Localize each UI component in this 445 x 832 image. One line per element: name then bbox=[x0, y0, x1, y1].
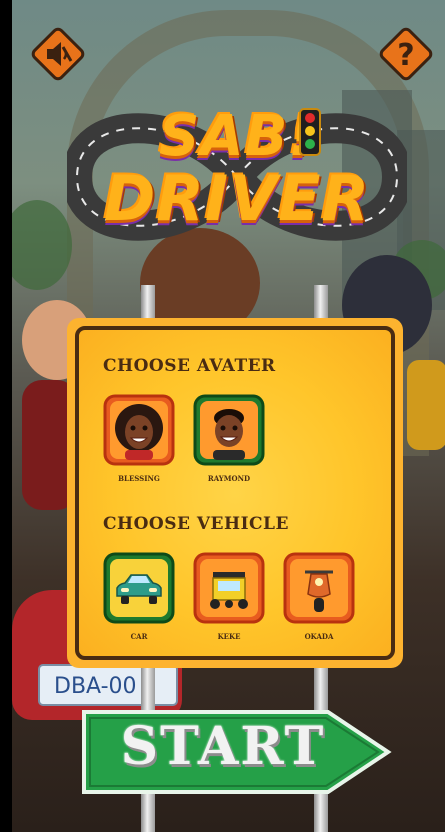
male-avatar-icon bbox=[193, 394, 265, 466]
car-icon bbox=[103, 552, 175, 624]
vehicle-option-okada[interactable] bbox=[283, 552, 355, 624]
logo-title-line2: DRIVER bbox=[103, 162, 371, 235]
start-button-label: START bbox=[120, 716, 326, 777]
question-mark-icon: ? bbox=[379, 27, 433, 81]
vehicle-option-car[interactable] bbox=[103, 552, 175, 624]
help-button[interactable]: ? bbox=[375, 23, 437, 85]
svg-text:?: ? bbox=[397, 38, 414, 73]
logo-title-line1: SAB! bbox=[159, 104, 315, 169]
tricycle-icon bbox=[193, 552, 265, 624]
traffic-light-icon bbox=[299, 108, 321, 156]
background-license-plate: DBA-00 bbox=[38, 664, 178, 706]
avatar-option-blessing[interactable] bbox=[103, 394, 175, 466]
female-avatar-icon bbox=[103, 394, 175, 466]
start-button[interactable]: START bbox=[78, 706, 394, 798]
avatar-section-title: CHOOSE AVATER bbox=[103, 356, 276, 376]
background-tree bbox=[12, 200, 72, 290]
vehicle-label-okada: OKADA bbox=[304, 632, 334, 641]
selection-board: CHOOSE AVATER BLESSING RAYMOND CHOOSE VE… bbox=[67, 318, 403, 668]
vehicle-label-car: CAR bbox=[130, 632, 148, 641]
avatar-label-raymond: RAYMOND bbox=[207, 474, 251, 483]
background-scooter bbox=[407, 360, 445, 450]
avatar-option-raymond[interactable] bbox=[193, 394, 265, 466]
vehicle-label-keke: KEKE bbox=[217, 632, 241, 641]
game-logo: SAB! DRIVER bbox=[67, 92, 407, 262]
motorcycle-icon bbox=[283, 552, 355, 624]
avatar-label-blessing: BLESSING bbox=[118, 474, 160, 483]
speaker-muted-icon bbox=[31, 27, 85, 81]
vehicle-section-title: CHOOSE VEHICLE bbox=[103, 514, 289, 534]
sound-toggle-button[interactable] bbox=[27, 23, 89, 85]
vehicle-option-keke[interactable] bbox=[193, 552, 265, 624]
